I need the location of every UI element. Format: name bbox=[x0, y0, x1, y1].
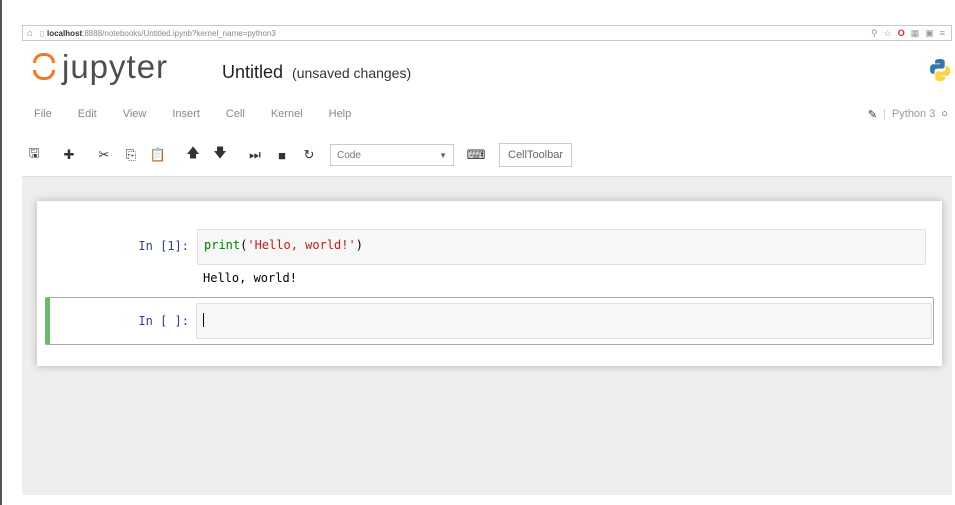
insert-cell-plus-icon[interactable]: ✚ bbox=[57, 143, 81, 167]
menu-view[interactable]: View bbox=[110, 108, 160, 120]
search-icon[interactable]: ⚲ bbox=[871, 28, 878, 39]
star-icon[interactable]: ☆ bbox=[884, 28, 892, 39]
code-input[interactable]: print('Hello, world!') bbox=[197, 229, 926, 265]
extension-icon-2[interactable]: ▣ bbox=[925, 28, 934, 39]
text-cursor bbox=[203, 312, 204, 327]
jupyter-logo-icon bbox=[32, 50, 56, 84]
chevron-down-icon: ▼ bbox=[439, 150, 447, 160]
kernel-indicator: ✎ | Python 3 ○ bbox=[867, 108, 948, 121]
notebook-area: In [1]: print('Hello, world!') Hello, wo… bbox=[22, 176, 952, 495]
jupyter-logo-text: jupyter bbox=[62, 48, 169, 85]
cell-output: Hello, world! bbox=[203, 271, 297, 285]
menu-help[interactable]: Help bbox=[316, 108, 365, 120]
menu-insert[interactable]: Insert bbox=[159, 108, 213, 120]
menu-bar: File Edit View Insert Cell Kernel Help ✎… bbox=[22, 100, 952, 128]
run-step-icon[interactable]: ⏭ bbox=[243, 143, 267, 167]
save-status: (unsaved changes) bbox=[292, 65, 412, 81]
url-text[interactable]: localhost:8888/notebooks/Untitled.ipynb?… bbox=[47, 29, 871, 38]
extension-icon[interactable]: ▦ bbox=[911, 28, 920, 39]
copy-icon[interactable]: ⎘ bbox=[119, 143, 143, 167]
notebook-title[interactable]: Untitled (unsaved changes) bbox=[222, 62, 411, 83]
celltoolbar-button[interactable]: CellToolbar bbox=[499, 143, 573, 167]
stop-square-icon[interactable]: ■ bbox=[270, 143, 294, 167]
notebook-container: In [1]: print('Hello, world!') Hello, wo… bbox=[37, 201, 942, 366]
command-palette-keyboard-icon[interactable]: ⌨ bbox=[464, 143, 488, 167]
code-cell-selected[interactable]: In [ ]: bbox=[45, 297, 934, 345]
code-input[interactable] bbox=[196, 303, 932, 339]
notebook-name[interactable]: Untitled bbox=[222, 62, 283, 82]
menu-edit[interactable]: Edit bbox=[65, 108, 110, 120]
menu-file[interactable]: File bbox=[22, 108, 65, 120]
paste-icon[interactable]: 📋 bbox=[146, 143, 170, 167]
jupyter-logo[interactable]: jupyter bbox=[32, 50, 168, 84]
cell-type-select[interactable]: Code ▼ bbox=[330, 144, 454, 166]
browser-extensions: ⚲ ☆ O ▦ ▣ ≡ bbox=[871, 28, 951, 39]
browser-url-bar[interactable]: ⌂ ▯ localhost:8888/notebooks/Untitled.ip… bbox=[22, 25, 952, 41]
cut-icon[interactable]: ✂ bbox=[92, 143, 116, 167]
cell-type-value: Code bbox=[337, 149, 361, 161]
app-window: ⌂ ▯ localhost:8888/notebooks/Untitled.ip… bbox=[0, 0, 955, 505]
menu-icon[interactable]: ≡ bbox=[940, 28, 945, 38]
edit-mode-pencil-icon: ✎ bbox=[867, 108, 878, 121]
input-prompt: In [1]: bbox=[138, 239, 189, 253]
notebook-header: jupyter Untitled (unsaved changes) bbox=[22, 48, 952, 92]
python-logo-icon bbox=[930, 59, 950, 81]
restart-icon[interactable]: ↻ bbox=[297, 143, 321, 167]
home-icon[interactable]: ⌂ bbox=[23, 28, 37, 39]
kernel-name[interactable]: Python 3 bbox=[892, 108, 935, 120]
kernel-status-circle-icon: ○ bbox=[941, 108, 948, 120]
input-prompt: In [ ]: bbox=[138, 314, 189, 328]
save-icon[interactable]: 🖫 bbox=[22, 143, 46, 167]
menu-kernel[interactable]: Kernel bbox=[258, 108, 316, 120]
notebook-toolbar: 🖫 ✚ ✂ ⎘ 📋 🡅 🡇 ⏭ ■ ↻ Code ▼ ⌨ CellToolbar bbox=[22, 140, 952, 170]
opera-icon[interactable]: O bbox=[898, 28, 905, 38]
move-down-arrow-icon[interactable]: 🡇 bbox=[208, 143, 232, 167]
menu-cell[interactable]: Cell bbox=[213, 108, 258, 120]
move-up-arrow-icon[interactable]: 🡅 bbox=[181, 143, 205, 167]
code-cell[interactable]: In [1]: print('Hello, world!') Hello, wo… bbox=[45, 221, 934, 293]
page-icon: ▯ bbox=[39, 28, 45, 38]
